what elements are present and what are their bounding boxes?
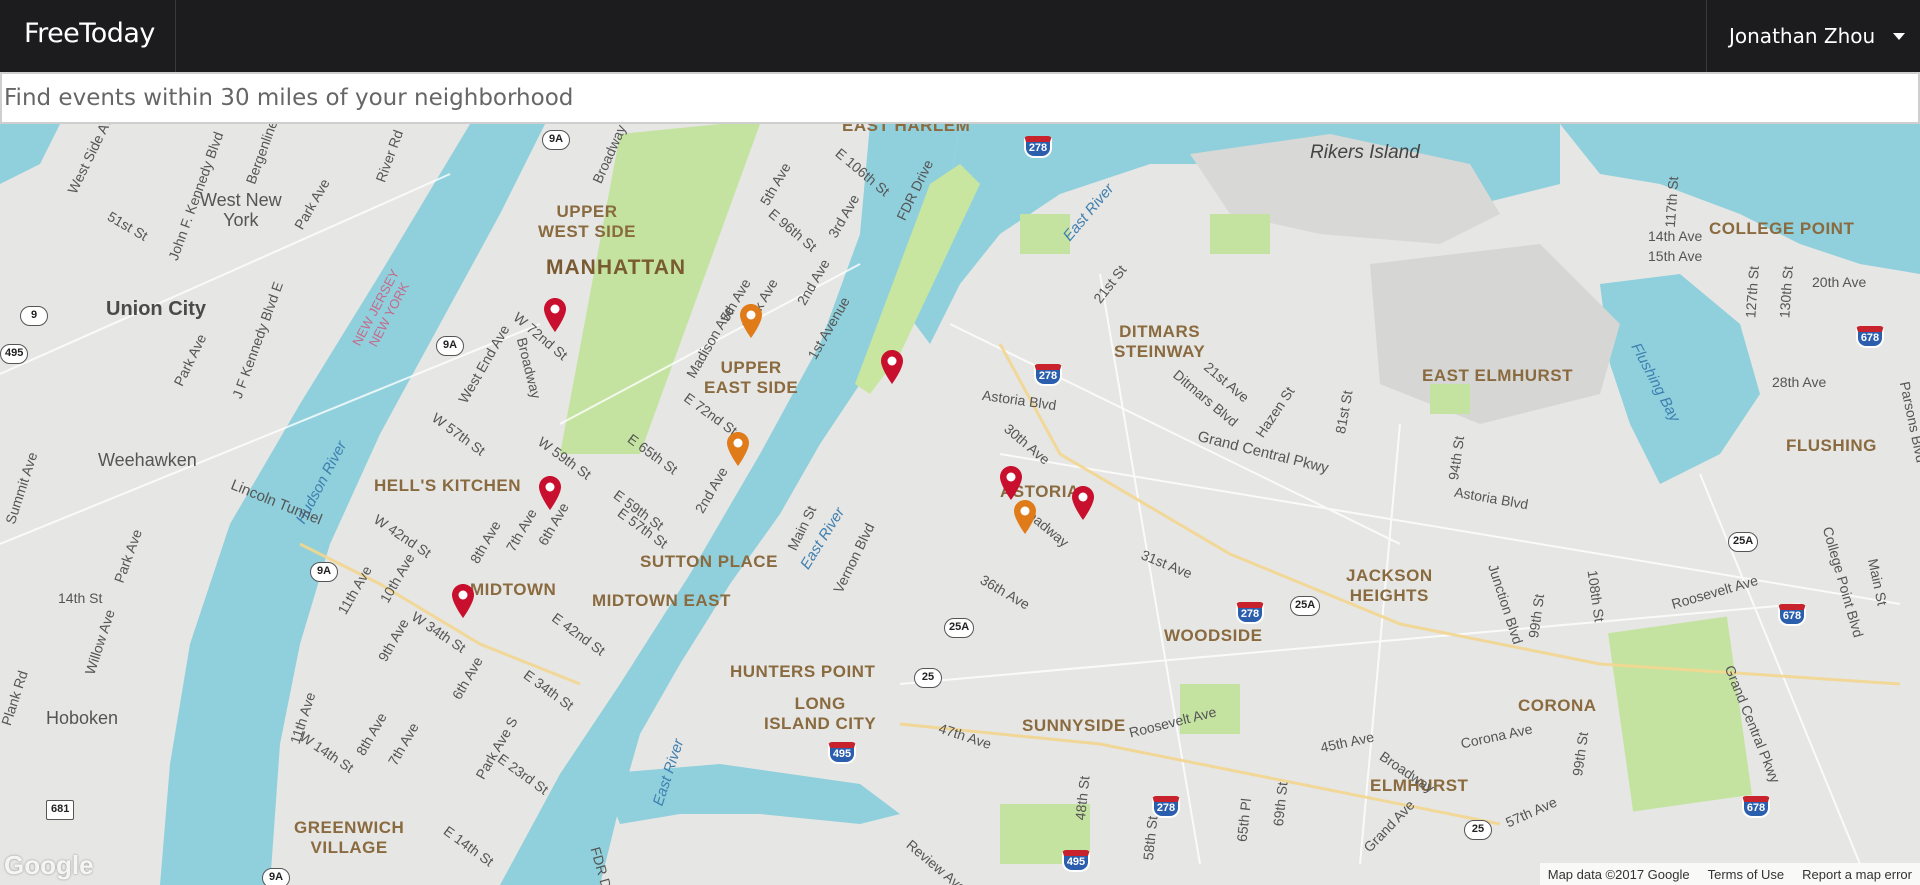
map-label-weehawken: Weehawken bbox=[98, 450, 197, 470]
route-25-shield: 25 bbox=[914, 668, 942, 688]
event-marker[interactable] bbox=[1014, 500, 1036, 534]
route-25-shield: 25 bbox=[1464, 820, 1492, 840]
map-label-union-city: Union City bbox=[106, 298, 206, 320]
map-label-rikers-island: Rikers Island bbox=[1310, 142, 1420, 163]
map-label-jackson-heights: JACKSON HEIGHTS bbox=[1346, 566, 1433, 605]
interstate-278-shield: 278 bbox=[1152, 796, 1180, 818]
map-pin-icon bbox=[727, 432, 749, 466]
top-navbar: FreeToday Jonathan Zhou bbox=[0, 0, 1920, 72]
route-9-shield: 9 bbox=[20, 306, 48, 326]
map-label-hunters-point: HUNTERS POINT bbox=[730, 662, 876, 681]
map-data-attribution: Map data ©2017 Google bbox=[1547, 866, 1690, 882]
interstate-278-shield: 278 bbox=[1236, 602, 1264, 624]
terms-of-use-link[interactable]: Terms of Use bbox=[1708, 867, 1785, 882]
map-pin-icon bbox=[1014, 500, 1036, 534]
map-label-east-elmhurst: EAST ELMHURST bbox=[1422, 366, 1573, 385]
interstate-678-shield: 678 bbox=[1778, 604, 1806, 626]
map-label-long-island-city: LONG ISLAND CITY bbox=[764, 694, 877, 733]
map-attribution-bar: Map data ©2017 Google Terms of Use Repor… bbox=[1539, 863, 1920, 885]
map-label-midtown-east: MIDTOWN EAST bbox=[592, 591, 731, 610]
navbar-divider bbox=[175, 0, 176, 72]
event-marker[interactable] bbox=[539, 476, 561, 510]
event-marker[interactable] bbox=[881, 350, 903, 384]
interstate-495-shield: 495 bbox=[828, 742, 856, 764]
event-marker[interactable] bbox=[1000, 466, 1022, 500]
map-label-college-point: COLLEGE POINT bbox=[1709, 219, 1855, 238]
map-label-upper-east-side: UPPER EAST SIDE bbox=[704, 358, 799, 397]
map-pin-icon bbox=[539, 476, 561, 510]
map-label-flushing: FLUSHING bbox=[1786, 436, 1877, 455]
search-bar bbox=[0, 72, 1920, 124]
user-menu-dropdown[interactable]: Jonathan Zhou bbox=[1707, 0, 1920, 72]
map-label-greenwich-village: GREENWICH VILLAGE bbox=[294, 818, 405, 857]
map-label-street: 20th Ave bbox=[1812, 274, 1867, 290]
event-marker[interactable] bbox=[1072, 486, 1094, 520]
route-9a-shield: 9A bbox=[262, 868, 290, 885]
route-495-shield: 495 bbox=[0, 344, 29, 364]
map-label-east-harlem: EAST HARLEM bbox=[842, 124, 971, 135]
brand-logo[interactable]: FreeToday bbox=[24, 18, 155, 49]
route-9a-shield: 9A bbox=[436, 336, 464, 356]
route-25a-shield: 25A bbox=[944, 618, 975, 638]
route-9a-shield: 9A bbox=[310, 562, 338, 582]
neighborhood-search-input[interactable] bbox=[2, 74, 1918, 122]
map-pin-icon bbox=[740, 304, 762, 338]
map-label-west-new-york: West New York bbox=[200, 190, 282, 230]
chevron-down-icon bbox=[1893, 32, 1906, 40]
interstate-278-shield: 278 bbox=[1034, 364, 1062, 386]
route-25a-shield: 25A bbox=[1290, 596, 1321, 616]
map-pin-icon bbox=[452, 584, 474, 618]
map-label-street: 14th Ave bbox=[1648, 228, 1703, 244]
map-label-woodside: WOODSIDE bbox=[1164, 626, 1263, 645]
map-label-street: 15th Ave bbox=[1648, 248, 1703, 264]
event-marker[interactable] bbox=[452, 584, 474, 618]
map-label-ditmars-steinway: DITMARS STEINWAY bbox=[1114, 322, 1206, 361]
map-label-street: 28th Ave bbox=[1772, 374, 1827, 390]
google-logo: Google bbox=[4, 850, 94, 880]
map-label-hells-kitchen: HELL'S KITCHEN bbox=[374, 476, 522, 495]
map-label-upper-west-side: UPPER WEST SIDE bbox=[538, 202, 637, 241]
report-map-error-link[interactable]: Report a map error bbox=[1802, 867, 1912, 882]
route-9a-shield: 9A bbox=[542, 130, 570, 150]
map-view[interactable]: MANHATTAN UPPER WEST SIDE UPPER EAST SID… bbox=[0, 124, 1920, 885]
map-label-manhattan: MANHATTAN bbox=[546, 256, 687, 279]
map-label-corona: CORONA bbox=[1518, 696, 1597, 715]
interstate-278-shield: 278 bbox=[1024, 136, 1052, 158]
interstate-678-shield: 678 bbox=[1856, 326, 1884, 348]
map-pin-icon bbox=[881, 350, 903, 384]
map-pin-icon bbox=[544, 298, 566, 332]
map-label-midtown: MIDTOWN bbox=[470, 580, 557, 599]
user-name: Jonathan Zhou bbox=[1729, 24, 1876, 48]
map-label-sunnyside: SUNNYSIDE bbox=[1022, 716, 1126, 735]
route-681-shield: 681 bbox=[46, 800, 75, 820]
route-25a-shield: 25A bbox=[1728, 532, 1759, 552]
map-label-street: 14th St bbox=[58, 590, 103, 606]
interstate-678-shield: 678 bbox=[1742, 796, 1770, 818]
event-marker[interactable] bbox=[544, 298, 566, 332]
event-marker[interactable] bbox=[740, 304, 762, 338]
interstate-495-shield: 495 bbox=[1062, 850, 1090, 872]
map-pin-icon bbox=[1072, 486, 1094, 520]
map-label-sutton-place: SUTTON PLACE bbox=[640, 552, 778, 571]
map-label-hoboken: Hoboken bbox=[46, 708, 119, 728]
map-pin-icon bbox=[1000, 466, 1022, 500]
event-marker[interactable] bbox=[727, 432, 749, 466]
